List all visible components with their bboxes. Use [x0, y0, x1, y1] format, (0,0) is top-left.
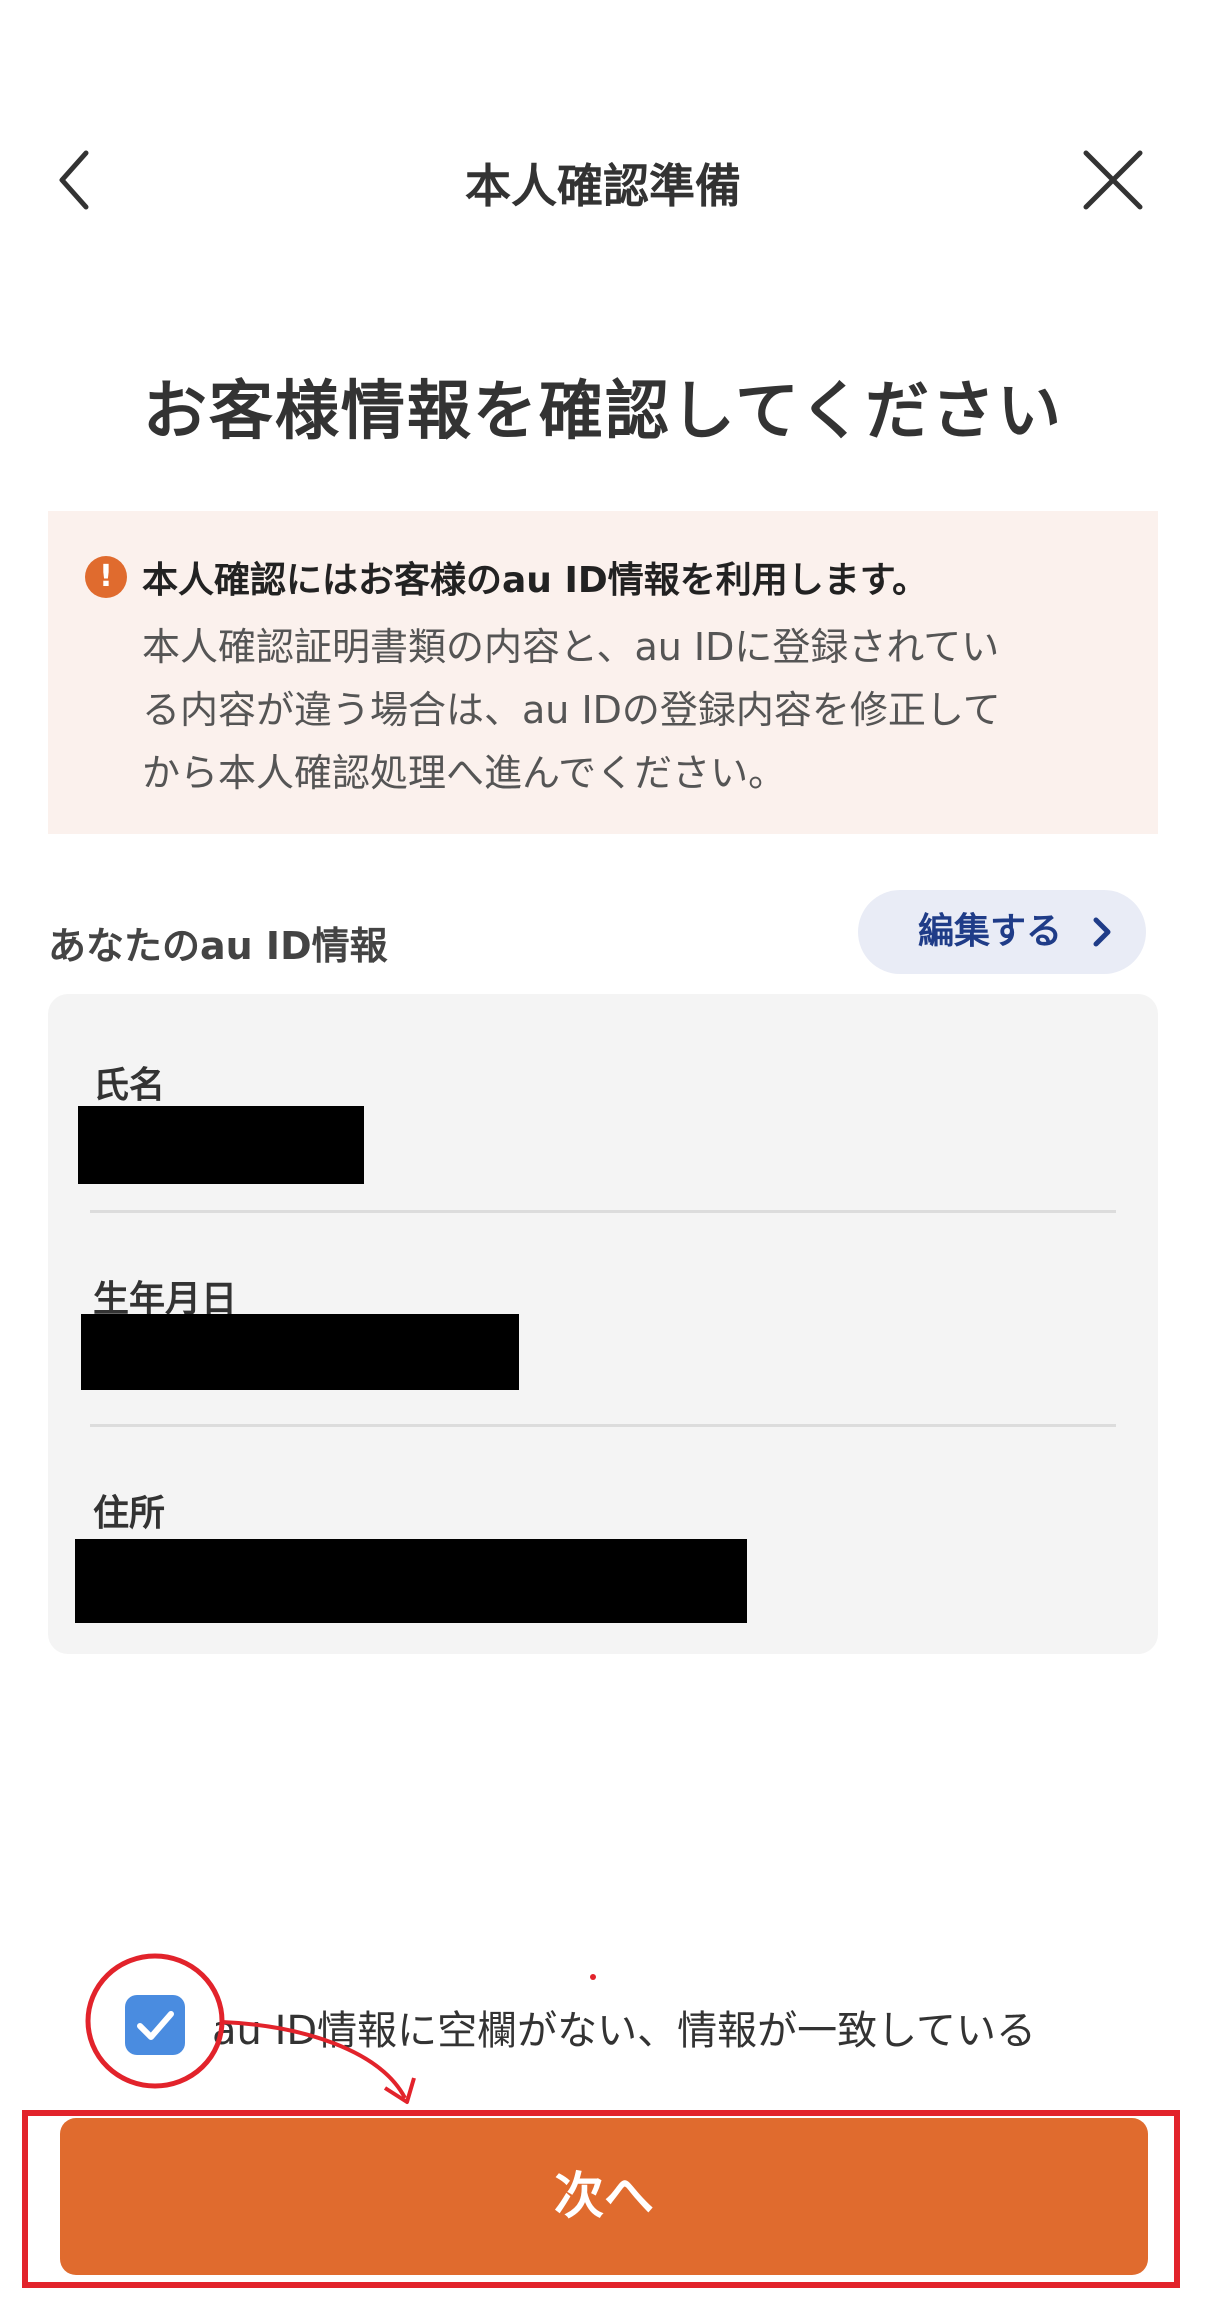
confirm-checkbox[interactable] [125, 1995, 185, 2055]
next-button[interactable]: 次へ [60, 2118, 1148, 2275]
confirm-row: au ID情報に空欄がない、情報が一致している [0, 1950, 1206, 2090]
confirm-label: au ID情報に空欄がない、情報が一致している [212, 2008, 1036, 2054]
field-label-name: 氏名 [93, 1065, 166, 1106]
notice-line: から本人確認処理へ進んでください。 [142, 751, 787, 795]
checkmark-icon [137, 2011, 174, 2040]
divider [90, 1210, 1116, 1213]
notice-heading: 本人確認にはお客様のau ID情報を利用します。 [142, 560, 929, 601]
redacted-birthdate-value [81, 1314, 519, 1390]
edit-button[interactable]: 編集する [858, 890, 1146, 974]
exclamation-icon: ! [85, 556, 127, 598]
info-card: 氏名 生年月日 住所 [48, 994, 1158, 1654]
notice-line: 本人確認証明書類の内容と、au IDに登録されてい [142, 625, 1000, 669]
divider [90, 1424, 1116, 1427]
close-button[interactable] [1070, 145, 1150, 215]
redacted-name-value [78, 1106, 364, 1184]
notice-box: ! 本人確認にはお客様のau ID情報を利用します。 本人確認証明書類の内容と、… [48, 511, 1158, 834]
section-label: あなたのau ID情報 [48, 924, 388, 968]
notice-line: る内容が違う場合は、au IDの登録内容を修正して [142, 688, 1001, 732]
header-title: 本人確認準備 [465, 159, 741, 213]
field-label-address: 住所 [93, 1493, 166, 1534]
notice-body: 本人確認証明書類の内容と、au IDに登録されてい る内容が違う場合は、au I… [142, 616, 1122, 805]
close-icon [1083, 150, 1143, 210]
page-title: お客様情報を確認してください [142, 375, 1064, 449]
chevron-right-icon [1093, 917, 1111, 947]
edit-button-label: 編集する [918, 911, 1063, 952]
app-header: 本人確認準備 [0, 110, 1206, 250]
redacted-address-value [75, 1539, 747, 1623]
